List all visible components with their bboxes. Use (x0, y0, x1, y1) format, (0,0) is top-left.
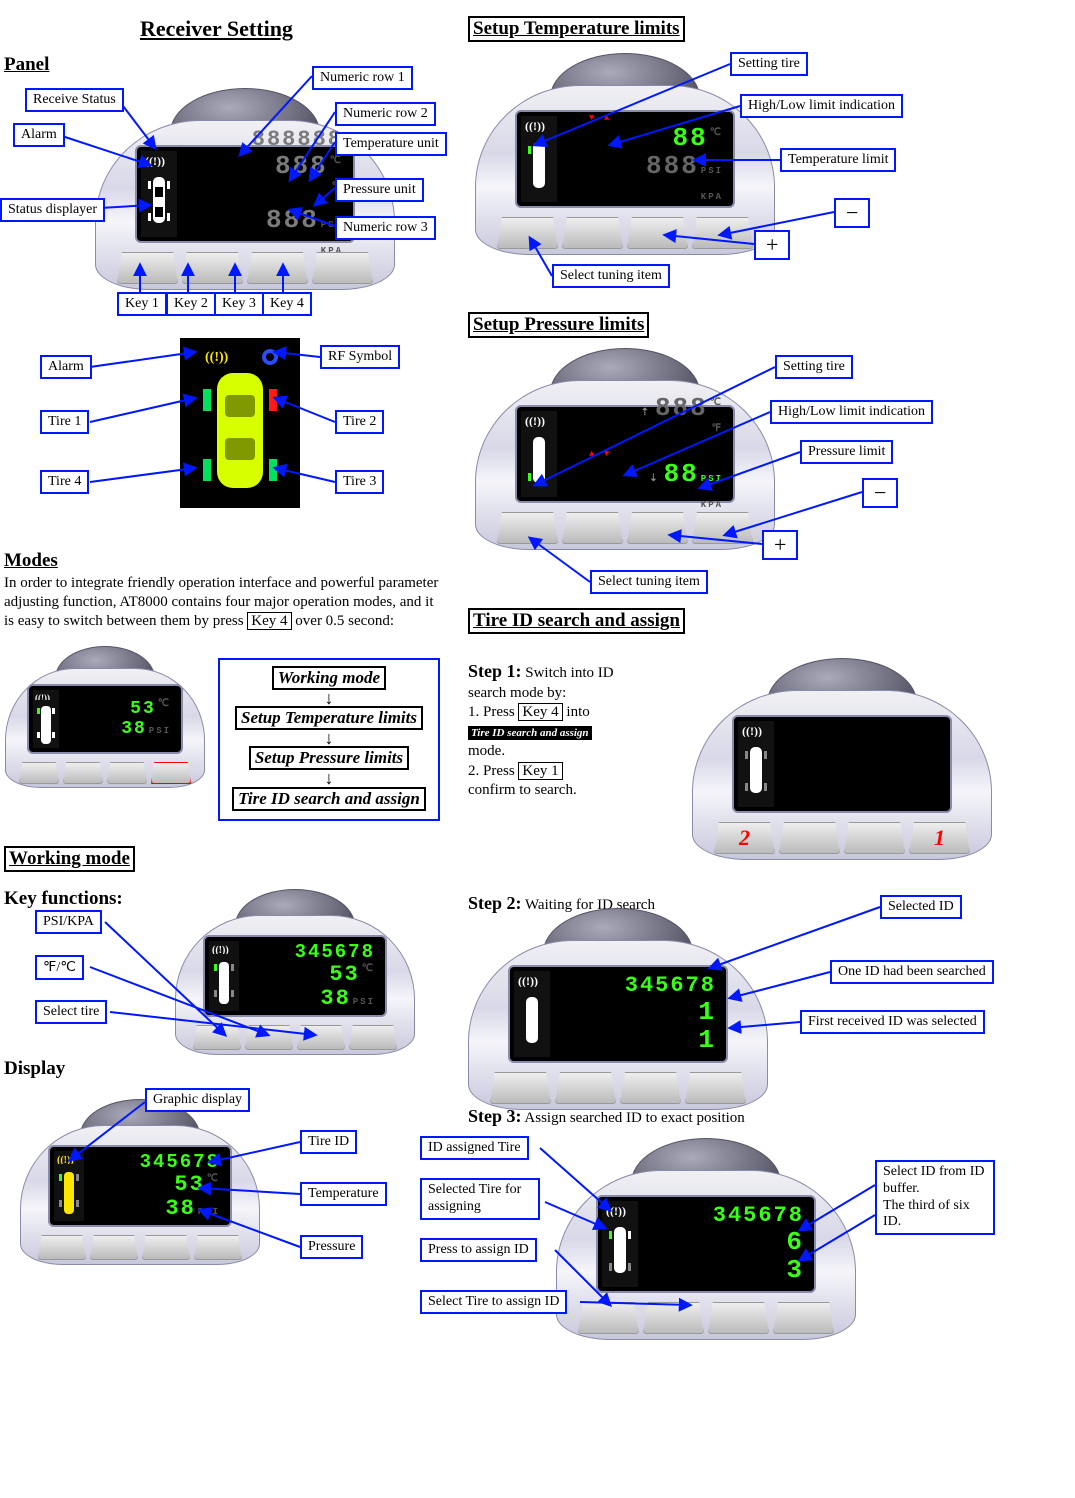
key-3[interactable] (107, 762, 147, 784)
key-2[interactable] (63, 762, 103, 784)
step-3-text: Step 3: Assign searched ID to exact posi… (468, 1105, 745, 1129)
callout-select-tire: Select tire (35, 1000, 107, 1024)
modes-device: ((!)) 53℃ 38PSI (5, 668, 205, 788)
step-1-text: Step 1: Switch into ID search mode by: 1… (468, 660, 648, 801)
key-1-ref: Key 1 (518, 762, 562, 780)
key-number-2: 2 (715, 823, 774, 853)
step1-device: ((!)) 2 1 (692, 690, 992, 860)
callout-setting-tire-1: Setting tire (730, 52, 808, 76)
callout-tire-2: Tire 2 (335, 410, 384, 434)
callout-psi-kpa: PSI/KPA (35, 910, 102, 934)
key-1[interactable] (19, 762, 59, 784)
callout-rf-symbol: RF Symbol (320, 345, 400, 369)
key-2[interactable] (555, 1072, 616, 1104)
callout-tire-id: Tire ID (300, 1130, 357, 1154)
callout-press-limit: Pressure limit (800, 440, 893, 464)
key-4[interactable] (151, 762, 191, 784)
modes-heading: Modes (4, 550, 58, 572)
callout-selected-id: Selected ID (880, 895, 962, 919)
mode-press-limits: Setup Pressure limits (249, 746, 409, 770)
callout-select-tuning-1: Select tuning item (552, 264, 670, 288)
setup-temp-heading: Setup Temperature limits (468, 16, 685, 42)
callout-temp-unit: Temperature unit (335, 132, 447, 156)
callout-select-id-buf: Select ID from ID buffer. The third of s… (875, 1160, 995, 1235)
callout-select-tuning-2: Select tuning item (590, 570, 708, 594)
callout-temperature: Temperature (300, 1182, 387, 1206)
callout-selected-tire-assign: Selected Tire for assigning (420, 1178, 540, 1220)
mode-working: Working mode (272, 666, 386, 690)
callout-plus-2: + (762, 530, 798, 560)
car-icon (35, 700, 57, 746)
callout-status-displayer: Status displayer (0, 198, 105, 222)
callout-num-row-3: Numeric row 3 (335, 216, 436, 240)
callout-num-row-1: Numeric row 1 (312, 66, 413, 90)
key-4-ref: Key 4 (247, 612, 291, 630)
callout-f-c: ℉/℃ (35, 955, 84, 980)
receive-status-icon: ((!)) (742, 723, 770, 737)
callout-receive-status: Receive Status (25, 88, 124, 112)
key-2[interactable] (779, 822, 840, 854)
tireid-heading: Tire ID search and assign (468, 608, 685, 634)
callout-assigned-tire: ID assigned Tire (420, 1136, 529, 1160)
callout-minus-2: − (862, 478, 898, 508)
svg-text:((!)): ((!)) (35, 693, 50, 700)
mode-tire-id: Tire ID search and assign (232, 787, 426, 811)
key-1[interactable] (490, 1072, 551, 1104)
mode-temp-limits: Setup Temperature limits (235, 706, 423, 730)
key-4[interactable] (685, 1072, 746, 1104)
callout-num-row-2: Numeric row 2 (335, 102, 436, 126)
key-number-1: 1 (910, 823, 969, 853)
callout-pressure: Pressure (300, 1235, 363, 1259)
callout-press-assign: Press to assign ID (420, 1238, 537, 1262)
receive-status-icon: ((!)) (35, 692, 57, 700)
callout-first-recv: First received ID was selected (800, 1010, 985, 1034)
setup-press-heading: Setup Pressure limits (468, 312, 649, 338)
modes-paragraph: In order to integrate friendly operation… (4, 574, 444, 630)
callout-select-tire-assign: Select Tire to assign ID (420, 1290, 567, 1314)
callout-key2: Key 2 (166, 292, 216, 316)
callout-key1: Key 1 (117, 292, 167, 316)
callout-pressure-unit: Pressure unit (335, 178, 424, 202)
key-3[interactable] (620, 1072, 681, 1104)
callout-temp-limit: Temperature limit (780, 148, 896, 172)
working-mode-heading: Working mode (4, 846, 135, 872)
svg-text:((!)): ((!)) (742, 724, 762, 737)
callout-key4: Key 4 (262, 292, 312, 316)
callout-tire-1: Tire 1 (40, 410, 89, 434)
callout-tire-3: Tire 3 (335, 470, 384, 494)
callout-plus-1: + (754, 230, 790, 260)
modes-row3: 38PSI (63, 720, 171, 738)
callout-key3: Key 3 (214, 292, 264, 316)
key-3[interactable] (844, 822, 905, 854)
car-icon (742, 737, 770, 805)
callout-alarm-2: Alarm (40, 355, 92, 379)
callout-graphic-display: Graphic display (145, 1088, 250, 1112)
key-4-ref-2: Key 4 (518, 703, 562, 721)
tire-id-mode-ref: Tire ID search and assign (468, 726, 592, 740)
key-4[interactable]: 1 (909, 822, 970, 854)
modes-flow: Working mode ↓ Setup Temperature limits … (218, 658, 440, 821)
callout-one-id: One ID had been searched (830, 960, 994, 984)
key-1[interactable]: 2 (714, 822, 775, 854)
callout-setting-tire-2: Setting tire (775, 355, 853, 379)
modes-row2: 53℃ (63, 700, 171, 718)
callout-minus-1: − (834, 198, 870, 228)
callout-hi-lo-2: High/Low limit indication (770, 400, 933, 424)
callout-hi-lo-1: High/Low limit indication (740, 94, 903, 118)
callout-alarm-1: Alarm (13, 123, 65, 147)
callout-tire-4: Tire 4 (40, 470, 89, 494)
